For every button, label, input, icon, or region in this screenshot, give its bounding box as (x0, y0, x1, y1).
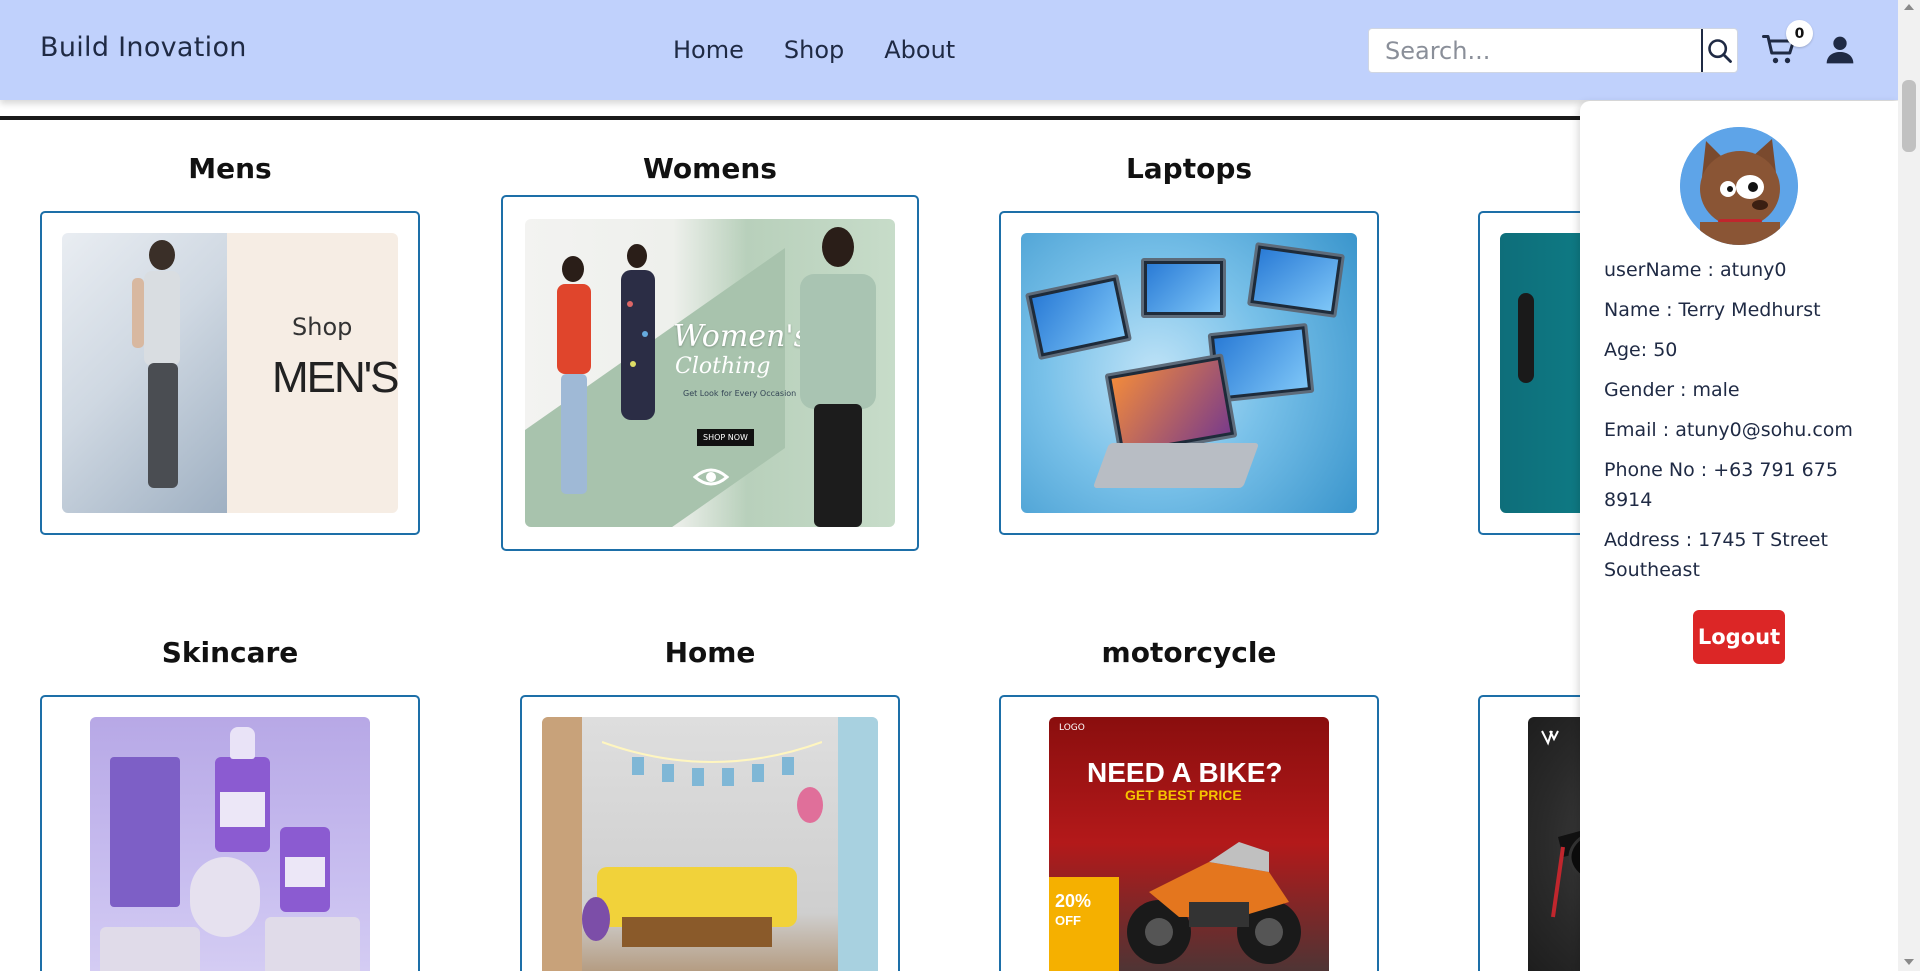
profile-email: Email : atuny0@sohu.com (1604, 419, 1853, 441)
moto-banner-logo: LOGO (1059, 723, 1085, 733)
avatar (1680, 127, 1798, 245)
brand-logo-text[interactable]: Build Inovation (40, 32, 247, 63)
category-card-womens[interactable]: Women's Clothing Get Look for Every Occa… (501, 195, 919, 551)
profile-phone: Phone No : +63 791 675 8914 (1604, 459, 1838, 511)
main-nav: Home Shop About (673, 36, 955, 64)
profile-username: userName : atuny0 (1604, 259, 1787, 281)
user-icon[interactable] (1824, 34, 1856, 66)
scroll-down-arrow-icon[interactable] (1904, 959, 1914, 965)
category-title-laptops: Laptops (1125, 152, 1253, 185)
mens-banner-mens-text: MEN'S (272, 353, 398, 402)
womens-banner-subtitle: Clothing (675, 354, 771, 379)
womens-banner-image: Women's Clothing Get Look for Every Occa… (525, 219, 895, 527)
category-title-mens: Mens (188, 152, 272, 185)
category-card-mens[interactable]: Shop MEN'S (40, 211, 420, 535)
category-card-home[interactable] (520, 695, 900, 971)
category-card-skincare[interactable] (40, 695, 420, 971)
logout-button[interactable]: Logout (1693, 610, 1785, 664)
category-title-womens: Womens (643, 152, 777, 185)
category-title-skincare: Skincare (161, 636, 299, 669)
moto-banner-subtitle: GET BEST PRICE (1125, 787, 1242, 803)
profile-address: Address : 1745 T Street Southeast (1604, 529, 1828, 581)
nav-about-link[interactable]: About (884, 36, 955, 64)
moto-banner-title: NEED A BIKE? (1087, 757, 1283, 788)
profile-name: Name : Terry Medhurst (1604, 299, 1821, 321)
profile-popup: userName : atuny0 Name : Terry Medhurst … (1580, 101, 1898, 971)
search-icon (1708, 38, 1732, 63)
nav-home-link[interactable]: Home (673, 36, 744, 64)
skincare-banner-image (90, 717, 370, 971)
cart-count-badge: 0 (1786, 20, 1813, 47)
eye-icon (693, 468, 729, 486)
search-input[interactable] (1369, 29, 1701, 72)
profile-gender: Gender : male (1604, 379, 1740, 401)
mens-banner-shop-text: Shop (292, 313, 353, 341)
scroll-thumb[interactable] (1902, 80, 1916, 152)
search-box (1368, 28, 1738, 73)
mens-banner-image: Shop MEN'S (62, 233, 398, 513)
category-title-home: Home (664, 636, 756, 669)
home-banner-image (542, 717, 878, 971)
motorcycle-image (1127, 842, 1301, 964)
laptops-banner-image (1021, 233, 1357, 513)
brand-logo-icon (1541, 730, 1559, 746)
profile-age: Age: 50 (1604, 339, 1678, 361)
womens-banner-shop-now: SHOP NOW (697, 429, 754, 446)
category-card-motorcycle[interactable]: LOGO NEED A BIKE? GET BEST PRICE 20% OFF (999, 695, 1379, 971)
motorcycle-banner-image: LOGO NEED A BIKE? GET BEST PRICE 20% OFF (1049, 717, 1329, 971)
scroll-up-arrow-icon[interactable] (1904, 4, 1914, 10)
moto-banner-discount: 20% OFF (1055, 891, 1092, 928)
category-title-motorcycle: motorcycle (1101, 636, 1277, 669)
page-scrollbar[interactable] (1898, 0, 1920, 971)
nav-shop-link[interactable]: Shop (784, 36, 844, 64)
top-header: Build Inovation Home Shop About 0 (0, 0, 1898, 100)
category-card-laptops[interactable] (999, 211, 1379, 535)
search-button[interactable] (1701, 29, 1737, 72)
